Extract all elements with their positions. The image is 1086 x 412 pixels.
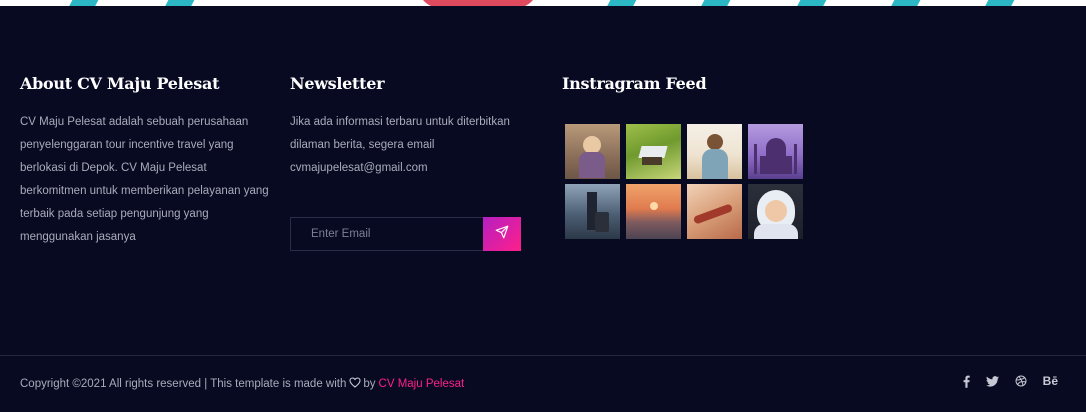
- site-footer: About CV Maju Pelesat CV Maju Pelesat ad…: [0, 6, 1086, 412]
- footer-divider: [0, 355, 1086, 356]
- instagram-photo-hands-bracelets[interactable]: [687, 184, 742, 239]
- brand-link[interactable]: CV Maju Pelesat: [379, 378, 465, 390]
- instagram-title: Instragram Feed: [562, 74, 707, 93]
- newsletter-text: Jika ada informasi terbaru untuk diterbi…: [290, 116, 510, 174]
- instagram-section: Instragram Feed: [562, 74, 812, 93]
- about-title: About CV Maju Pelesat: [20, 74, 220, 93]
- newsletter-form: [290, 217, 521, 251]
- behance-icon[interactable]: Bē: [1043, 374, 1058, 388]
- copyright-text: Copyright ©2021 All rights reserved | Th…: [20, 378, 347, 390]
- instagram-photo-sunset-beach[interactable]: [626, 184, 681, 239]
- instagram-photo-woman-backpack[interactable]: [687, 124, 742, 179]
- social-links: Bē: [963, 374, 1058, 388]
- copyright-by: by: [363, 378, 376, 390]
- newsletter-title: Newsletter: [290, 74, 385, 93]
- copyright-line: Copyright ©2021 All rights reserved | Th…: [20, 377, 464, 391]
- instagram-photo-traveler-suitcase[interactable]: [565, 184, 620, 239]
- about-text: CV Maju Pelesat adalah sebuah perusahaan…: [20, 116, 269, 243]
- instagram-photo-child-hood[interactable]: [748, 184, 803, 239]
- instagram-grid: [565, 124, 803, 239]
- instagram-photo-rice-field-hut[interactable]: [626, 124, 681, 179]
- email-input[interactable]: [291, 218, 483, 250]
- newsletter-section: Newsletter Jika ada informasi terbaru un…: [290, 74, 530, 180]
- dribbble-icon[interactable]: [1015, 375, 1027, 387]
- instagram-photo-child-backpack[interactable]: [565, 124, 620, 179]
- subscribe-button[interactable]: [483, 217, 521, 251]
- heart-icon: [349, 377, 361, 391]
- instagram-photo-taj-mahal[interactable]: [748, 124, 803, 179]
- twitter-icon[interactable]: [985, 375, 999, 387]
- paper-plane-icon: [495, 225, 509, 244]
- about-section: About CV Maju Pelesat CV Maju Pelesat ad…: [20, 74, 270, 249]
- facebook-icon[interactable]: [963, 375, 970, 388]
